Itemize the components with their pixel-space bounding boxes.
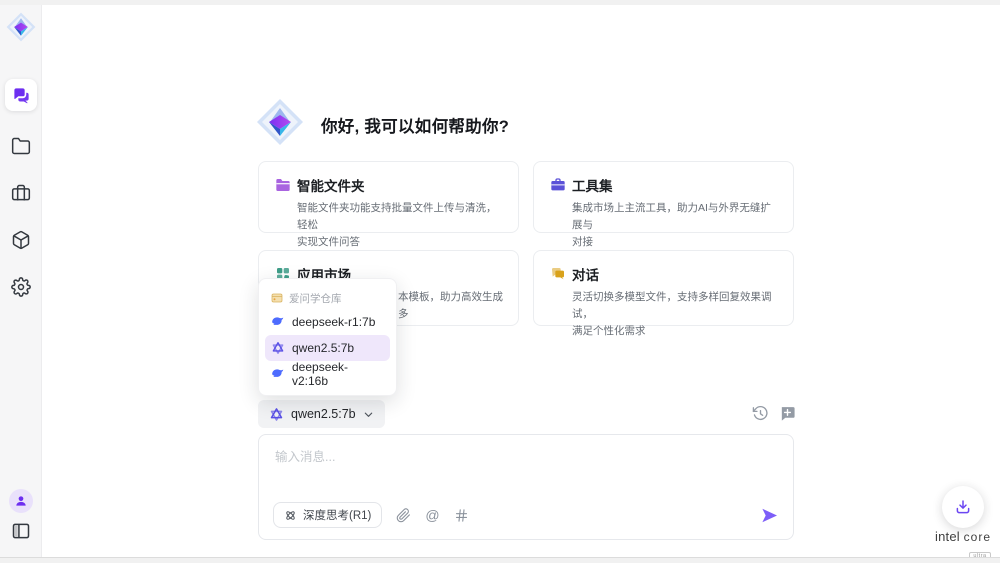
window-bottom-edge (0, 557, 1000, 563)
atom-icon (284, 509, 297, 522)
app-window: 你好, 我可以如何帮助你? 智能文件夹 智能文件夹功能支持批量文件上传与清洗，轻… (0, 0, 1000, 563)
send-icon (760, 506, 779, 525)
deep-think-toggle[interactable]: 深度思考(R1) (273, 502, 382, 528)
sidebar-item-chat[interactable] (5, 79, 37, 111)
attach-button[interactable] (396, 508, 411, 523)
hash-icon (454, 508, 469, 523)
model-selector-button[interactable]: qwen2.5:7b (258, 400, 385, 428)
cube-icon (11, 230, 31, 250)
card-dialogue[interactable]: 对话 灵活切换多模型文件，支持多样回复效果调试， 满足个性化需求 (533, 250, 794, 326)
card-title: 工具集 (572, 175, 613, 195)
gear-icon (11, 277, 31, 297)
sidebar-item-collapse[interactable] (11, 521, 31, 541)
download-icon (954, 498, 972, 516)
app-logo[interactable] (6, 12, 36, 42)
page-title: 你好, 我可以如何帮助你? (321, 113, 509, 137)
model-option-label: deepseek-v2:16b (292, 360, 384, 388)
card-description: 智能文件夹功能支持批量文件上传与清洗，轻松 实现文件问答 (297, 200, 506, 251)
at-icon: @ (425, 508, 439, 523)
history-icon (752, 405, 769, 422)
model-option-label: deepseek-r1:7b (292, 315, 375, 329)
card-title: 对话 (572, 264, 599, 284)
card-description: 灵活切换多模型文件，支持多样回复效果调试， 满足个性化需求 (572, 289, 781, 340)
model-option-deepseek-r1[interactable]: deepseek-r1:7b (265, 309, 390, 335)
download-fab[interactable] (942, 486, 984, 528)
sidebar-item-settings[interactable] (11, 277, 31, 297)
assistant-logo (256, 98, 304, 146)
history-button[interactable] (752, 405, 769, 422)
message-composer: 深度思考(R1) @ (258, 434, 794, 540)
message-input[interactable] (275, 446, 775, 490)
mention-button[interactable]: @ (425, 508, 440, 523)
intel-product-text: core (964, 530, 991, 544)
folder-icon (275, 177, 291, 193)
qwen-icon (271, 341, 285, 355)
composer-toolbar: 深度思考(R1) @ (273, 502, 779, 528)
briefcase-icon (11, 183, 31, 203)
send-button[interactable] (760, 506, 779, 525)
card-smart-folder[interactable]: 智能文件夹 智能文件夹功能支持批量文件上传与清洗，轻松 实现文件问答 (258, 161, 519, 233)
model-dropdown: 爱问学仓库 deepseek-r1:7b qwen2.5:7b deepseek… (258, 278, 397, 396)
selected-model-label: qwen2.5:7b (291, 407, 356, 421)
sidebar (0, 0, 42, 563)
model-option-qwen[interactable]: qwen2.5:7b (265, 335, 390, 361)
model-group-header: 爱问学仓库 (265, 287, 390, 309)
qwen-icon (269, 407, 284, 422)
window-top-edge (0, 0, 1000, 5)
model-option-deepseek-v2[interactable]: deepseek-v2:16b (265, 361, 390, 387)
card-title: 智能文件夹 (297, 175, 365, 195)
sidebar-item-toolbox[interactable] (11, 183, 31, 203)
card-toolset[interactable]: 工具集 集成市场上主流工具，助力AI与外界无缝扩展与 对接 (533, 161, 794, 233)
sidebar-item-models[interactable] (11, 230, 31, 250)
model-group-label: 爱问学仓库 (289, 291, 342, 306)
panel-icon (11, 521, 31, 541)
chat-icon (12, 86, 31, 105)
card-description: 集成市场上主流工具，助力AI与外界无缝扩展与 对接 (572, 200, 781, 251)
new-chat-button[interactable] (779, 405, 796, 422)
topic-button[interactable] (454, 508, 469, 523)
folder-icon (11, 136, 31, 156)
repository-icon (271, 292, 283, 304)
deepseek-icon (271, 367, 285, 381)
deep-think-label: 深度思考(R1) (303, 507, 371, 523)
person-icon (14, 494, 28, 508)
chat-bubbles-icon (550, 266, 566, 282)
sidebar-item-profile[interactable] (9, 489, 33, 513)
chevron-down-icon (363, 409, 374, 420)
paperclip-icon (396, 508, 411, 523)
new-chat-icon (779, 405, 796, 422)
deepseek-icon (271, 315, 285, 329)
sidebar-item-folders[interactable] (11, 136, 31, 156)
briefcase-icon (550, 177, 566, 193)
model-option-label: qwen2.5:7b (292, 341, 354, 355)
intel-brand-text: intel (935, 529, 960, 544)
